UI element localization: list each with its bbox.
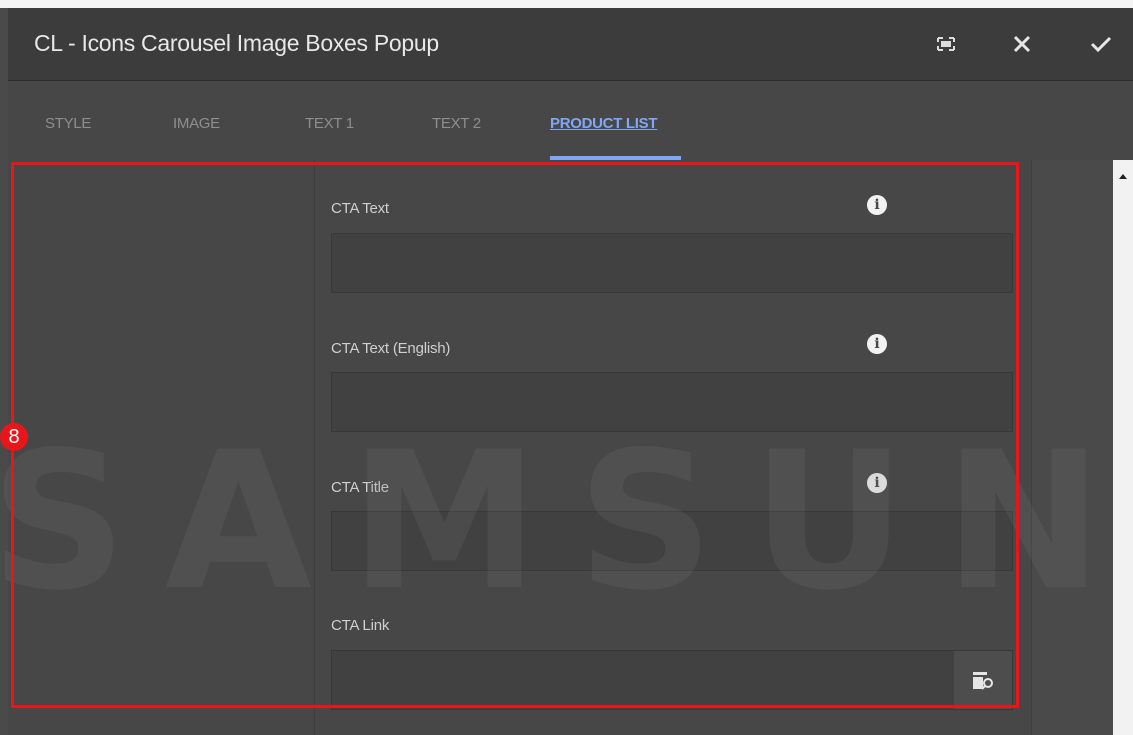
tab-image[interactable]: IMAGE <box>173 115 220 132</box>
fullscreen-icon <box>937 37 955 51</box>
dialog-titlebar: CL - Icons Carousel Image Boxes Popup <box>8 8 1133 81</box>
dialog-title: CL - Icons Carousel Image Boxes Popup <box>34 30 439 56</box>
left-panel <box>8 160 315 735</box>
page-background <box>0 0 1133 8</box>
tab-style[interactable]: STYLE <box>45 115 91 132</box>
field-label-cta-text-english: CTA Text (English) <box>331 340 451 357</box>
tab-text-2[interactable]: TEXT 2 <box>432 115 481 132</box>
info-icon[interactable]: i <box>867 473 887 493</box>
path-browser-icon <box>973 672 993 690</box>
fullscreen-button[interactable] <box>930 28 962 60</box>
path-browser-button[interactable] <box>954 651 1012 709</box>
dialog: CL - Icons Carousel Image Boxes Popup ST… <box>8 8 1133 735</box>
field-label-cta-text: CTA Text <box>331 200 389 217</box>
scroll-up-icon[interactable] <box>1119 174 1127 179</box>
info-icon[interactable]: i <box>867 334 887 354</box>
scrollbar[interactable] <box>1113 160 1133 735</box>
cta-title-input[interactable] <box>331 511 1013 571</box>
close-button[interactable] <box>1006 28 1038 60</box>
right-panel <box>1031 160 1114 735</box>
form-panel: CTA Text i CTA Text (English) i CTA Titl… <box>315 160 1031 735</box>
annotation-badge: 8 <box>0 423 28 451</box>
info-icon[interactable]: i <box>867 195 887 215</box>
tab-bar: STYLE IMAGE TEXT 1 TEXT 2 PRODUCT LIST <box>8 81 1133 160</box>
cta-text-input[interactable] <box>331 233 1013 293</box>
cta-text-english-input[interactable] <box>331 372 1013 432</box>
field-label-cta-title: CTA Title <box>331 479 389 496</box>
tab-text-1[interactable]: TEXT 1 <box>305 115 354 132</box>
cta-link-input[interactable] <box>331 650 1013 710</box>
dialog-content: CTA Text i CTA Text (English) i CTA Titl… <box>8 160 1133 735</box>
checkmark-icon <box>1090 36 1112 53</box>
field-label-cta-link: CTA Link <box>331 617 390 634</box>
confirm-button[interactable] <box>1085 28 1117 60</box>
close-icon <box>1013 35 1031 53</box>
tab-product-list[interactable]: PRODUCT LIST <box>550 115 658 132</box>
